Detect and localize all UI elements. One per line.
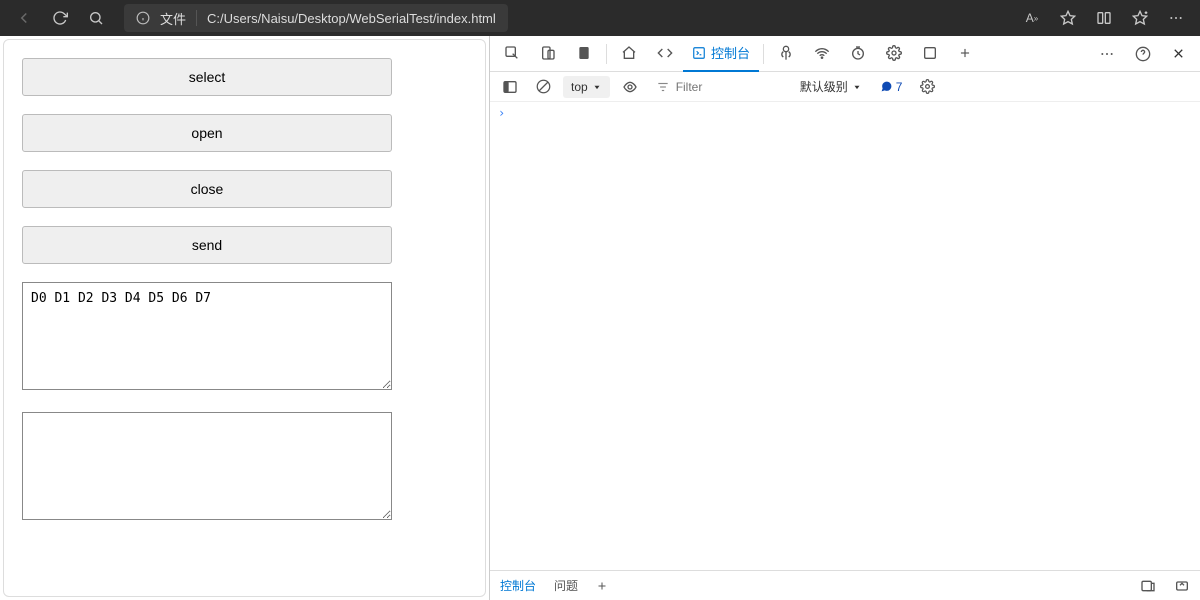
message-icon — [880, 80, 893, 93]
console-prompt-icon: › — [498, 106, 505, 120]
console-tab[interactable]: 控制台 — [683, 36, 759, 72]
drawer-issues-icon[interactable] — [1140, 578, 1156, 594]
console-tab-label: 控制台 — [711, 43, 750, 62]
info-icon — [136, 11, 150, 25]
input-textarea[interactable] — [22, 282, 392, 390]
sidebar-toggle[interactable] — [496, 75, 524, 99]
live-expression-button[interactable] — [616, 75, 644, 99]
log-level-selector[interactable]: 默认级别 — [794, 75, 868, 99]
file-label: 文件 — [160, 9, 186, 28]
network-tab[interactable] — [804, 36, 840, 72]
drawer-collapse-button[interactable] — [1174, 578, 1190, 594]
filter-input-wrapper[interactable] — [650, 75, 742, 99]
inspect-element-button[interactable] — [494, 36, 530, 72]
more-button[interactable] — [1160, 2, 1192, 34]
devtools-close-button[interactable] — [1161, 46, 1196, 61]
collections-button[interactable] — [1124, 2, 1156, 34]
close-button[interactable]: close — [22, 170, 392, 208]
performance-tab[interactable] — [840, 36, 876, 72]
console-toolbar: top 默认级别 7 — [490, 72, 1200, 102]
filter-icon — [656, 80, 670, 94]
send-button[interactable]: send — [22, 226, 392, 264]
drawer-issues-tab[interactable]: 问题 — [554, 577, 578, 594]
context-label: top — [571, 80, 588, 94]
elements-tab[interactable] — [647, 36, 683, 72]
drawer-new-tab[interactable] — [596, 580, 608, 592]
welcome-tab[interactable] — [611, 36, 647, 72]
new-tab-button[interactable] — [948, 36, 982, 72]
console-icon — [692, 46, 706, 60]
web-page: select open close send — [3, 39, 486, 597]
devtools-menu-button[interactable] — [1089, 46, 1125, 62]
memory-tab[interactable] — [876, 36, 912, 72]
message-count[interactable]: 7 — [874, 75, 909, 99]
favorite-button[interactable] — [1052, 2, 1084, 34]
refresh-button[interactable] — [44, 2, 76, 34]
device-emulation-button[interactable] — [530, 36, 566, 72]
devtools-panel: 控制台 top — [489, 36, 1200, 600]
open-button[interactable]: open — [22, 114, 392, 152]
url-text: C:/Users/Naisu/Desktop/WebSerialTest/ind… — [207, 11, 496, 26]
chevron-down-icon — [592, 82, 602, 92]
devtools-help-button[interactable] — [1125, 46, 1161, 62]
select-button[interactable]: select — [22, 58, 392, 96]
separator — [196, 10, 197, 26]
chevron-down-icon — [852, 82, 862, 92]
tablet-view-button[interactable] — [566, 36, 602, 72]
output-textarea[interactable] — [22, 412, 392, 520]
search-button[interactable] — [80, 2, 112, 34]
address-bar[interactable]: 文件 C:/Users/Naisu/Desktop/WebSerialTest/… — [124, 4, 508, 32]
log-level-label: 默认级别 — [800, 78, 848, 95]
message-count-value: 7 — [896, 80, 903, 94]
application-tab[interactable] — [912, 36, 948, 72]
devtools-tabbar: 控制台 — [490, 36, 1200, 72]
sources-tab[interactable] — [768, 36, 804, 72]
split-screen-button[interactable] — [1088, 2, 1120, 34]
devtools-drawer-tabs: 控制台 问题 — [490, 570, 1200, 600]
console-settings-button[interactable] — [914, 75, 941, 99]
browser-toolbar: 文件 C:/Users/Naisu/Desktop/WebSerialTest/… — [0, 0, 1200, 36]
back-button[interactable] — [8, 2, 40, 34]
console-output[interactable]: › — [490, 102, 1200, 570]
context-selector[interactable]: top — [563, 76, 610, 98]
drawer-console-tab[interactable]: 控制台 — [500, 577, 536, 594]
read-aloud-button[interactable]: A» — [1016, 2, 1048, 34]
clear-console-button[interactable] — [530, 75, 557, 99]
filter-input[interactable] — [676, 80, 736, 94]
